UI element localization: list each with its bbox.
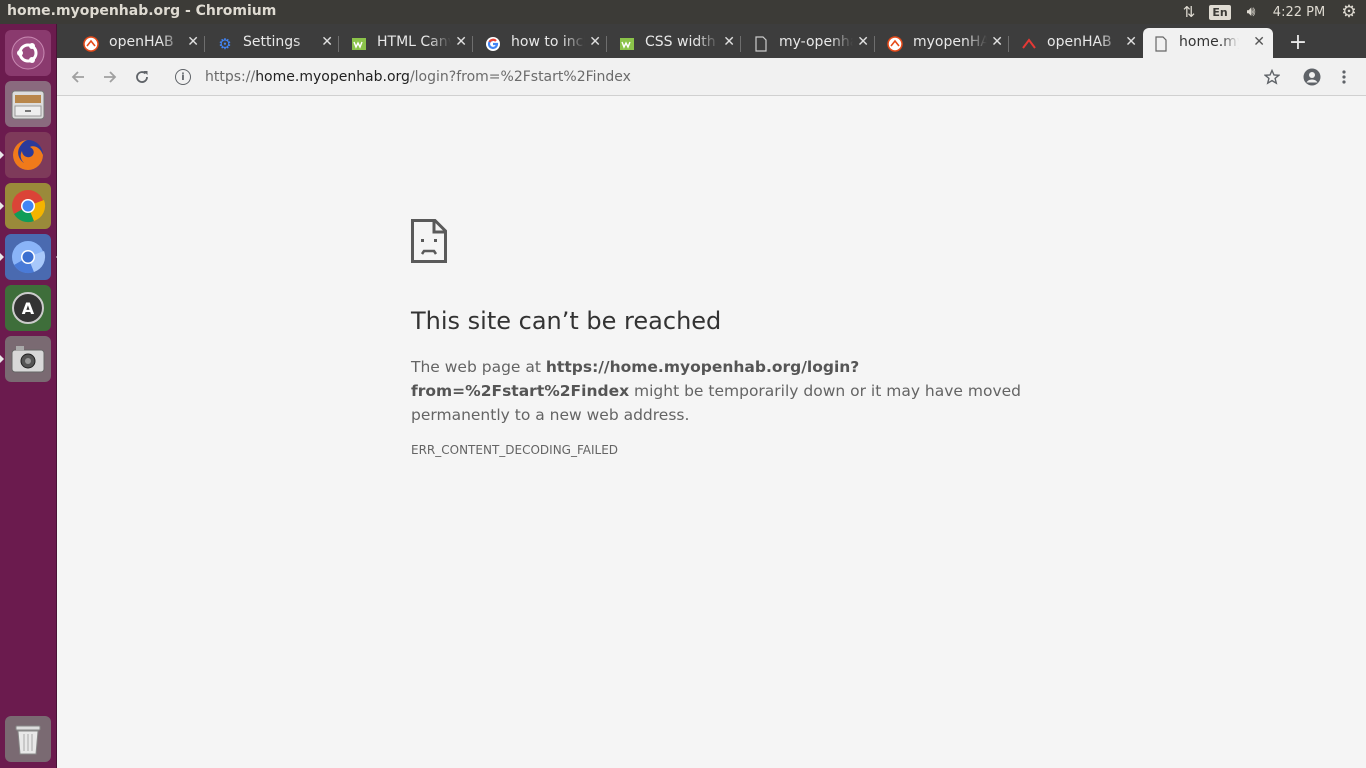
- tab-strip: openHAB ✕ ⚙ Settings ✕ HTML Canvas ✕ how…: [57, 24, 1366, 58]
- close-icon[interactable]: ✕: [723, 34, 735, 50]
- tab-separator: [874, 36, 875, 52]
- tab-openhab[interactable]: openHAB ✕: [73, 28, 207, 58]
- tab-how-to-include[interactable]: how to include ✕: [475, 28, 609, 58]
- browser-toolbar: i https://home.myopenhab.org/login?from=…: [57, 58, 1366, 96]
- star-icon: [1264, 69, 1280, 85]
- close-icon[interactable]: ✕: [1253, 34, 1265, 50]
- close-icon[interactable]: ✕: [455, 34, 467, 50]
- openhab-icon: [83, 36, 99, 52]
- launcher-item-firefox[interactable]: [0, 132, 51, 178]
- tab-title: Settings: [243, 34, 301, 50]
- gear-icon[interactable]: ⚙: [1332, 0, 1366, 24]
- error-code: ERR_CONTENT_DECODING_FAILED: [411, 443, 619, 457]
- tab-separator: [740, 36, 741, 52]
- new-tab-button[interactable]: +: [1286, 30, 1310, 55]
- reload-icon: [136, 71, 148, 83]
- keyboard-layout-label: En: [1209, 4, 1231, 20]
- launcher-item-dash[interactable]: [5, 30, 51, 76]
- tab-separator: [338, 36, 339, 52]
- tab-separator: [606, 36, 607, 52]
- tab-title: openHAB: [109, 34, 174, 50]
- error-desc-prefix: The web page at: [411, 358, 546, 376]
- tab-title: how to include: [511, 34, 585, 50]
- arrow-left-icon: [71, 71, 84, 83]
- tab-title: home.myopenhab.org: [1179, 34, 1239, 50]
- close-icon[interactable]: ✕: [321, 34, 333, 50]
- tab-settings[interactable]: ⚙ Settings ✕: [207, 28, 341, 58]
- profile-icon: [1303, 68, 1321, 86]
- launcher-item-files[interactable]: [5, 81, 51, 127]
- forward-button[interactable]: [97, 64, 123, 90]
- error-page: This site can’t be reached The web page …: [57, 96, 1366, 768]
- chrome-icon: [12, 190, 46, 223]
- top-panel: home.myopenhab.org - Chromium ⇅ En 🔊︎ 4:…: [0, 0, 1366, 24]
- tab-css-width[interactable]: CSS width ✕: [609, 28, 743, 58]
- svg-text:A: A: [22, 299, 35, 318]
- close-icon[interactable]: ✕: [857, 34, 869, 50]
- url-host: home.myopenhab.org: [255, 69, 410, 85]
- launcher-item-camera[interactable]: [0, 336, 51, 382]
- launcher-item-trash[interactable]: [5, 716, 51, 762]
- firefox-icon: [13, 140, 43, 170]
- back-button[interactable]: [65, 64, 91, 90]
- tab-separator: [204, 36, 205, 52]
- clock[interactable]: 4:22 PM: [1266, 0, 1332, 24]
- tab-title: CSS width: [645, 34, 716, 50]
- url-text[interactable]: https://home.myopenhab.org/login?from=%2…: [205, 69, 631, 85]
- document-icon: [1153, 36, 1169, 52]
- google-icon: [485, 36, 501, 52]
- tab-home-myopenhab[interactable]: home.myopenhab.org ✕: [1143, 28, 1273, 58]
- launcher-item-chrome[interactable]: [0, 183, 51, 229]
- keyboard-layout-indicator[interactable]: En: [1204, 0, 1236, 24]
- launcher-item-software-updater[interactable]: A: [5, 285, 51, 331]
- gear-icon: ⚙: [218, 35, 232, 53]
- error-description: The web page at https://home.myopenhab.o…: [411, 355, 1031, 427]
- tab-separator: [472, 36, 473, 52]
- close-icon[interactable]: ✕: [589, 34, 601, 50]
- sad-document-icon: [411, 219, 447, 263]
- error-heading: This site can’t be reached: [411, 307, 722, 335]
- openhab-red-icon: [1021, 36, 1037, 52]
- tab-myopenhab[interactable]: myopenHAB ✕: [877, 28, 1011, 58]
- openhab-icon: [887, 36, 903, 52]
- profile-button[interactable]: [1299, 64, 1325, 90]
- tab-title: my-openhab: [779, 34, 853, 50]
- software-updater-icon: A: [12, 292, 44, 324]
- tab-openhab-2[interactable]: openHAB ✕: [1011, 28, 1145, 58]
- camera-icon: [11, 346, 45, 373]
- trash-icon: [15, 725, 41, 755]
- info-icon[interactable]: i: [175, 69, 191, 85]
- tab-title: myopenHAB: [913, 34, 987, 50]
- tab-title: openHAB: [1047, 34, 1112, 50]
- menu-button[interactable]: [1331, 64, 1357, 90]
- address-bar[interactable]: i https://home.myopenhab.org/login?from=…: [169, 63, 1229, 91]
- tab-title: HTML Canvas: [377, 34, 451, 50]
- tab-html-canvas[interactable]: HTML Canvas ✕: [341, 28, 475, 58]
- tab-separator: [1008, 36, 1009, 52]
- launcher-item-chromium[interactable]: [0, 234, 60, 280]
- volume-icon[interactable]: 🔊︎: [1236, 0, 1266, 24]
- bookmark-button[interactable]: [1259, 64, 1285, 90]
- indicator-area: ⇅ En 🔊︎ 4:22 PM ⚙: [1174, 0, 1366, 24]
- window-title: home.myopenhab.org - Chromium: [7, 3, 277, 19]
- tab-my-openhab[interactable]: my-openhab ✕: [743, 28, 877, 58]
- url-scheme: https://: [205, 69, 256, 85]
- arrow-right-icon: [104, 71, 117, 83]
- file-cabinet-icon: [11, 90, 45, 120]
- launcher: A: [0, 24, 60, 768]
- w3schools-icon: [351, 36, 367, 52]
- close-icon[interactable]: ✕: [187, 34, 199, 50]
- close-icon[interactable]: ✕: [991, 34, 1003, 50]
- network-updown-icon[interactable]: ⇅: [1174, 0, 1204, 24]
- document-icon: [753, 36, 769, 52]
- kebab-menu-icon: [1342, 70, 1346, 84]
- ubuntu-logo-icon: [11, 36, 45, 70]
- w3schools-icon: [619, 36, 635, 52]
- url-path: /login?from=%2Fstart%2Findex: [409, 69, 631, 85]
- close-icon[interactable]: ✕: [1125, 34, 1137, 50]
- chromium-icon: [12, 241, 46, 274]
- reload-button[interactable]: [129, 64, 155, 90]
